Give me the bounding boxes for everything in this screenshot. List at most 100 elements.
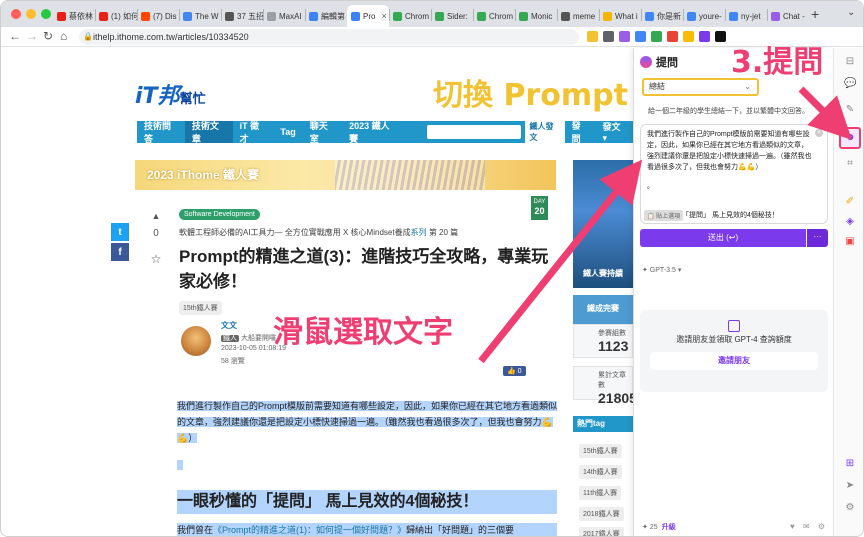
extension-icon[interactable] [699,31,710,42]
tab-favicon-icon [225,11,234,21]
hot-tag[interactable]: 2018鐵人賽 [579,507,624,521]
browser-tab[interactable]: What i [599,5,641,27]
clear-icon[interactable]: × [815,129,823,137]
article-title: Prompt的精進之道(3)：進階技巧全攻略，專業玩家必修！ [179,247,549,291]
ask-question-tab[interactable]: ☻ [839,127,861,149]
nav-item[interactable]: 2023 鐵人賽 [342,121,403,144]
nav-item[interactable]: iT 徵才 [233,121,274,144]
tab-search-icon[interactable]: ⌄ [847,7,855,18]
facebook-like-button[interactable]: 👍 0 [503,366,526,376]
author-avatar[interactable] [181,326,211,356]
browser-tab[interactable]: MaxAI [263,5,305,27]
nav-item[interactable]: 發問 [565,121,596,144]
panel-toggle-icon[interactable]: ⊟ [844,56,856,68]
browser-tab[interactable]: 你是新 [641,5,683,27]
nav-item-active[interactable]: 技術文章 [184,121,233,144]
article-link[interactable]: 《Prompt的精進之道(1)：如何提一個好問題？》 [213,525,406,535]
extension-icon[interactable] [683,31,694,42]
nav-item[interactable]: 發文 ▾ [596,121,634,143]
series-link[interactable]: 系列 [411,228,427,237]
browser-tab[interactable]: Chrom [389,5,431,27]
tab-label: (1) 如何 [111,11,137,21]
browser-tab[interactable]: 37 五招 [221,5,263,27]
browser-tab[interactable]: The W [179,5,221,27]
browser-tab[interactable]: ny-jet [725,5,767,27]
site-search-input[interactable] [426,125,521,139]
model-selector[interactable]: ✦ GPT-3.5 ▾ [642,266,681,274]
browser-tab[interactable]: 編輯第 [305,5,347,27]
browser-tab[interactable]: Sider: [431,5,473,27]
more-options-button[interactable]: ··· [807,229,828,247]
site-logo[interactable]: iT邦幫忙 [135,78,206,110]
category-tag[interactable]: Software Development [179,209,260,220]
image-icon[interactable]: ▣ [844,236,856,248]
hot-tag[interactable]: 14th鐵人賽 [579,465,622,479]
author-name[interactable]: 文文 [221,320,237,331]
browser-tab[interactable]: youre- [683,5,725,27]
selected-paragraph[interactable]: 我們進行製作自己的Prompt模版前需要知道有哪些設定，因此，如果你已經在其它地… [177,398,558,446]
forward-icon[interactable]: → [26,29,38,43]
hot-tags-header: 熱門tag [573,416,633,432]
ironman-post-button[interactable]: 鐵人發文 [524,120,565,144]
facebook-share-icon[interactable]: f [111,243,129,261]
minimize-window-button[interactable] [26,9,36,19]
question-input-text: 我們進行製作自己的Prompt模版前需要知道有哪些設定，因此，如果你已經在其它地… [647,131,812,171]
extension-icon[interactable] [603,31,614,42]
tab-strip: 蔡依林 (1) 如何 (7) Dis The W 37 五招 MaxAI 編輯第 Pro × Ch… [1,1,863,27]
extension-icon[interactable] [715,31,726,42]
upvote-icon[interactable]: ▲ [149,211,163,221]
browser-tab[interactable]: Chrom [473,5,515,27]
browser-tab[interactable]: meme [557,5,599,27]
upgrade-link[interactable]: 升級 [662,524,676,531]
browser-tab[interactable]: Monic [515,5,557,27]
extension-icon[interactable] [619,31,630,42]
send-feedback-icon[interactable]: ➤ [844,480,856,492]
browser-tab[interactable]: Pro × [347,5,389,27]
maximize-window-button[interactable] [41,9,51,19]
tab-favicon-icon [645,11,654,21]
extension-icon[interactable] [587,31,598,42]
address-bar[interactable]: 🔒 ithelp.ithome.com.tw/articles/10334520 [79,29,579,45]
hot-tag[interactable]: 15th鐵人賽 [579,444,622,458]
apps-icon[interactable]: ◈ [844,216,856,228]
tab-label: 你是新 [657,11,681,21]
twitter-share-icon[interactable]: t [111,223,129,241]
ironman-tag[interactable]: 15th鐵人賽 [179,301,222,315]
browser-tab[interactable]: Chat - [767,5,809,27]
browser-tab[interactable]: (7) Dis [137,5,179,27]
back-icon[interactable]: ← [9,29,21,43]
chevron-down-icon: ⌄ [744,82,751,91]
compose-icon[interactable]: ✎ [844,104,856,116]
browser-tab[interactable]: (1) 如何 [95,5,137,27]
hot-tag[interactable]: 11th鐵人賽 [579,486,622,500]
send-button[interactable]: 送出 (↩) [640,229,806,247]
lock-icon: 🔒 [83,32,93,41]
bookmark-star-icon[interactable]: ☆ [149,252,163,266]
pen-icon[interactable]: ✐ [844,196,856,208]
question-input[interactable]: × 我們進行製作自己的Prompt模版前需要知道有哪些設定，因此，如果你已經在其… [640,124,828,224]
extension-icon[interactable] [635,31,646,42]
new-tab-button[interactable]: + [811,6,819,22]
nav-item[interactable]: 技術問答 [137,121,185,144]
extension-icon[interactable] [667,31,678,42]
stat-label: 參賽組數 [598,330,626,337]
invite-friends-button[interactable]: 邀請朋友 [650,352,818,370]
hot-tag[interactable]: 2017鐵人賽 [579,527,624,536]
nav-item[interactable]: 聊天室 [303,121,342,144]
logo-text: iT邦 [135,84,180,109]
chat-icon[interactable]: 💬 [844,78,856,90]
grid-icon[interactable]: ⊞ [844,458,856,470]
reload-icon[interactable]: ↻ [43,29,53,43]
tab-favicon-icon [183,11,192,21]
paste-selection-chip[interactable]: 📋 貼上選項 [644,210,684,221]
scan-icon[interactable]: ⌗ [844,158,856,170]
close-tab-icon[interactable]: × [381,11,386,21]
footer-icons[interactable]: ♥ ✉ ⚙ [790,522,828,531]
home-icon[interactable]: ⌂ [60,29,67,43]
close-window-button[interactable] [11,9,21,19]
browser-tab[interactable]: 蔡依林 [53,5,95,27]
settings-icon[interactable]: ⚙ [844,502,856,514]
vote-count: 0 [153,228,159,239]
extension-icon[interactable] [651,31,662,42]
nav-item[interactable]: Tag [273,121,302,143]
